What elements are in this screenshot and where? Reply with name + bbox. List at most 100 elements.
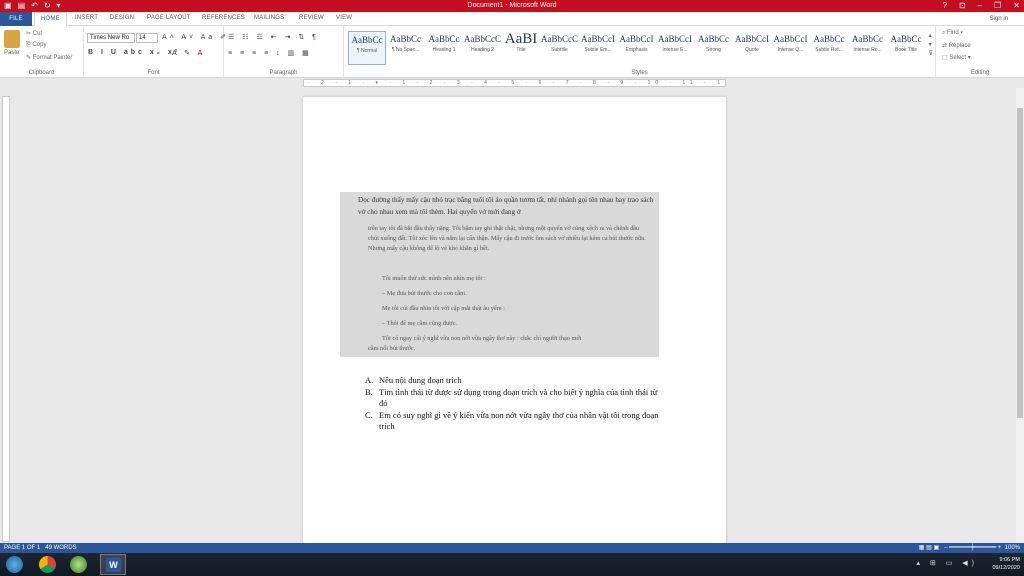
- document-page[interactable]: Dọc đường thấy mấy cậu nhỏ trạc bằng tuổ…: [303, 97, 726, 544]
- style-item[interactable]: AaBbCc Strong: [695, 31, 733, 65]
- style-item[interactable]: AaBI Title: [502, 31, 540, 65]
- tab-view[interactable]: VIEW: [336, 15, 352, 21]
- question-letter: C.: [365, 410, 373, 420]
- paste-icon[interactable]: [4, 30, 20, 48]
- title-bar: ▣ ▤ ↶ ↻ ▾ Document1 - Microsoft Word ? ⊡…: [0, 0, 1024, 12]
- style-name: Quote: [745, 47, 759, 53]
- font-name-field[interactable]: Times New Ro: [87, 33, 135, 43]
- minimize-button[interactable]: –: [978, 1, 982, 11]
- style-item[interactable]: AaBbCcI Quote: [733, 31, 771, 65]
- page-count[interactable]: PAGE 1 OF 1: [4, 545, 40, 551]
- list-buttons[interactable]: ☰ ☷ ☲ ⇤ ⇥ ⇅ ¶: [228, 33, 319, 41]
- style-item[interactable]: AaBbCc Intense Re...: [849, 31, 887, 65]
- select-button[interactable]: ⬚ Select ▾: [942, 54, 971, 61]
- paste-button[interactable]: Paste: [4, 50, 19, 56]
- sign-in-link[interactable]: Sign in: [990, 16, 1008, 22]
- replace-icon: ⇄: [942, 43, 949, 49]
- font-size-controls[interactable]: A˄ A˅ Aa ✐: [162, 33, 229, 41]
- cut-button[interactable]: ✂ Cut: [26, 30, 42, 37]
- help-button[interactable]: ?: [943, 1, 947, 11]
- editing-group: ⌕ Find ▾ ⇄ Replace ⬚ Select ▾ Editing: [936, 26, 1024, 78]
- style-name: Subtitle: [551, 47, 568, 53]
- replace-button[interactable]: ⇄ Replace: [942, 42, 971, 49]
- vertical-ruler[interactable]: [2, 96, 10, 542]
- tab-references[interactable]: REFERENCES: [202, 15, 245, 21]
- style-sample: AaBbCcC: [464, 34, 501, 44]
- ruler-scale: · 2 · 1 · ▾ · 1 · 2 · 3 · 4 · 5 · 6 · 7 …: [303, 79, 726, 87]
- style-item[interactable]: AaBbCc Heading 1: [425, 31, 463, 65]
- clock-date: 09/12/2020: [992, 565, 1020, 571]
- chrome-icon[interactable]: [39, 556, 56, 573]
- style-item[interactable]: AaBbCcI Intense E...: [656, 31, 694, 65]
- system-tray-icons[interactable]: ▴ ⊞ ▭ ◀): [916, 559, 978, 567]
- alignment-buttons[interactable]: ≡ ≡ ≡ ≡ ↕ ▥ ▦: [228, 49, 312, 57]
- excerpt-line-5: Tôi có ngay cái ý nghĩ vừa non nớt vừa n…: [382, 335, 582, 342]
- excerpt-paragraph-2: trên tay tôi đã bắt đầu thấy nặng. Tôi b…: [368, 225, 646, 252]
- format-painter-label: Format Painter: [32, 55, 73, 61]
- question-c: C. Em có suy nghĩ gì về ý kiến vừa non nớ…: [365, 410, 665, 432]
- tab-insert[interactable]: INSERT: [75, 15, 98, 21]
- styles-label: Styles: [631, 70, 648, 76]
- clipboard-label: Clipboard: [28, 70, 55, 76]
- cut-label: Cut: [32, 31, 43, 37]
- style-sample: AaBbCcI: [773, 34, 808, 44]
- tab-mailings[interactable]: MAILINGS: [254, 15, 284, 21]
- vertical-scrollbar[interactable]: [1016, 88, 1024, 543]
- word-count[interactable]: 49 WORDS: [45, 545, 76, 551]
- style-name: Intense E...: [662, 47, 688, 53]
- styles-scroll-icon[interactable]: ▴ ▾ ⊽: [929, 32, 933, 59]
- excerpt-line-4: – Thôi để mẹ cầm cũng được.: [382, 320, 457, 327]
- question-letter: A.: [365, 375, 374, 385]
- brush-icon: ✎: [26, 55, 33, 61]
- style-name: Subtle Em...: [584, 47, 612, 53]
- tab-home[interactable]: HOME: [34, 12, 67, 27]
- style-sample: AaBbCcI: [658, 34, 692, 44]
- style-sample: AaBbCc: [351, 35, 383, 45]
- tab-file[interactable]: FILE: [0, 12, 32, 26]
- zoom-level[interactable]: 100%: [1005, 545, 1020, 551]
- style-item[interactable]: AaBbCcI Subtle Em...: [579, 31, 617, 65]
- horizontal-ruler[interactable]: · 2 · 1 · ▾ · 1 · 2 · 3 · 4 · 5 · 6 · 7 …: [0, 78, 1024, 88]
- style-item[interactable]: AaBbCcC Heading 2: [464, 31, 502, 65]
- close-button[interactable]: ✕: [1013, 1, 1020, 11]
- style-sample: AaBbCcI: [735, 34, 769, 44]
- style-item[interactable]: AaBbCc ¶ No Spac...: [387, 31, 425, 65]
- clock[interactable]: 9:06 PM 09/12/2020: [992, 556, 1020, 572]
- start-button-icon[interactable]: [6, 556, 23, 573]
- tab-design[interactable]: DESIGN: [110, 15, 134, 21]
- window-title: Document1 - Microsoft Word: [467, 2, 557, 9]
- style-item[interactable]: AaBbCc Book Title: [887, 31, 925, 65]
- style-name: Book Title: [895, 47, 917, 53]
- find-button[interactable]: ⌕ Find ▾: [942, 30, 963, 37]
- tab-page-layout[interactable]: PAGE LAYOUT: [147, 15, 191, 21]
- restore-button[interactable]: ❐: [994, 1, 1001, 11]
- excerpt-image: Dọc đường thấy mấy cậu nhỏ trạc bằng tuổ…: [340, 192, 659, 357]
- tab-review[interactable]: REVIEW: [299, 15, 324, 21]
- question-text: Em có suy nghĩ gì về ý kiến vừa non nớt …: [379, 410, 659, 431]
- clipboard-group: Paste ✂ Cut ⎘ Copy ✎ Format Painter Clip…: [0, 26, 84, 78]
- style-name: Subtle Ref...: [815, 47, 843, 53]
- font-group: Times New Ro 14 A˄ A˅ Aa ✐ B I U abc x₂ …: [84, 26, 226, 78]
- style-item[interactable]: AaBbCc ¶ Normal: [348, 31, 386, 65]
- scissors-icon: ✂: [26, 31, 33, 37]
- style-item[interactable]: AaBbCcI Intense Q...: [772, 31, 810, 65]
- copy-label: Copy: [32, 42, 47, 48]
- taskbar: W ▴ ⊞ ▭ ◀) 9:06 PM 09/12/2020: [0, 553, 1024, 576]
- format-painter-button[interactable]: ✎ Format Painter: [26, 54, 72, 61]
- style-item[interactable]: AaBbCcI Emphasis: [618, 31, 656, 65]
- question-b: B. Tìm tình thái từ được sử dụng trong đo…: [365, 387, 665, 409]
- font-size-field[interactable]: 14: [136, 33, 158, 43]
- copy-button[interactable]: ⎘ Copy: [26, 42, 46, 49]
- style-item[interactable]: AaBbCcC Subtitle: [541, 31, 579, 65]
- font-color-buttons[interactable]: A ✎ A: [172, 49, 205, 57]
- word-taskbar-button[interactable]: W: [100, 554, 126, 575]
- zoom-slider[interactable]: – ━━━━━━┿━━━━━━ +: [944, 545, 1001, 551]
- view-buttons[interactable]: ▦ ▤ ▣: [919, 545, 939, 551]
- style-item[interactable]: AaBbCc Subtle Ref...: [810, 31, 848, 65]
- app-icon[interactable]: [70, 556, 87, 573]
- style-sample: AaBbCc: [852, 34, 883, 44]
- ribbon-tabs: FILE HOME INSERT DESIGN PAGE LAYOUT REFE…: [0, 12, 1024, 27]
- ribbon-display-button[interactable]: ⊡: [959, 1, 966, 11]
- font-format-buttons[interactable]: B I U abc x₂ x²: [88, 49, 180, 56]
- scroll-thumb[interactable]: [1017, 108, 1023, 418]
